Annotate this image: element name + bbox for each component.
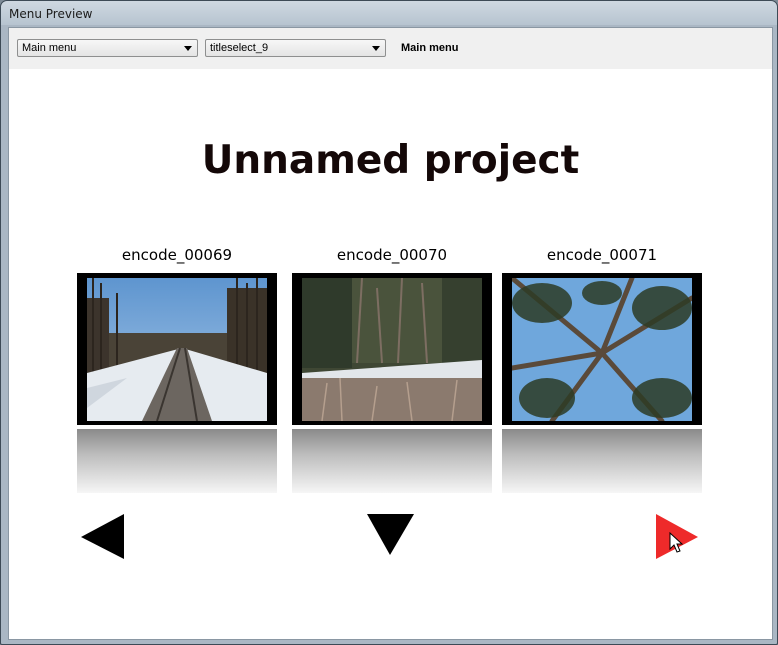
title-select[interactable]: titleselect_9 [205,39,386,57]
thumbnail-image [512,278,692,421]
title-bar[interactable]: Menu Preview [1,1,777,27]
thumb-reflection [292,429,492,493]
menu-select-value: Main menu [22,42,77,54]
title-select-value: titleselect_9 [210,42,269,54]
thumb-label: encode_00069 [121,246,233,264]
thumb-label: encode_00071 [546,246,658,264]
thumb-reflection [502,429,702,493]
toolbar: Main menu titleselect_9 Main menu [9,28,772,69]
thumb-frame [77,273,277,425]
chevron-down-icon [372,46,380,51]
menu-title: Unnamed project [201,138,580,183]
thumb-frame [292,273,492,425]
cursor-icon [669,532,684,553]
chevron-down-icon [184,46,192,51]
down-arrow-icon[interactable] [366,512,416,557]
menu-select[interactable]: Main menu [17,39,198,57]
thumbnail-image [302,278,482,421]
current-menu-label: Main menu [401,42,459,54]
thumb-frame [502,273,702,425]
prev-arrow-icon[interactable] [79,511,125,561]
thumbnail-image [87,278,267,421]
thumb-label: encode_00070 [336,246,448,264]
thumb-reflection [77,429,277,493]
menu-preview-window: Menu Preview Main menu titleselect_9 Mai… [0,0,778,645]
window-title: Menu Preview [9,7,93,21]
preview-area: Main menu titleselect_9 Main menu Unname… [8,27,773,640]
